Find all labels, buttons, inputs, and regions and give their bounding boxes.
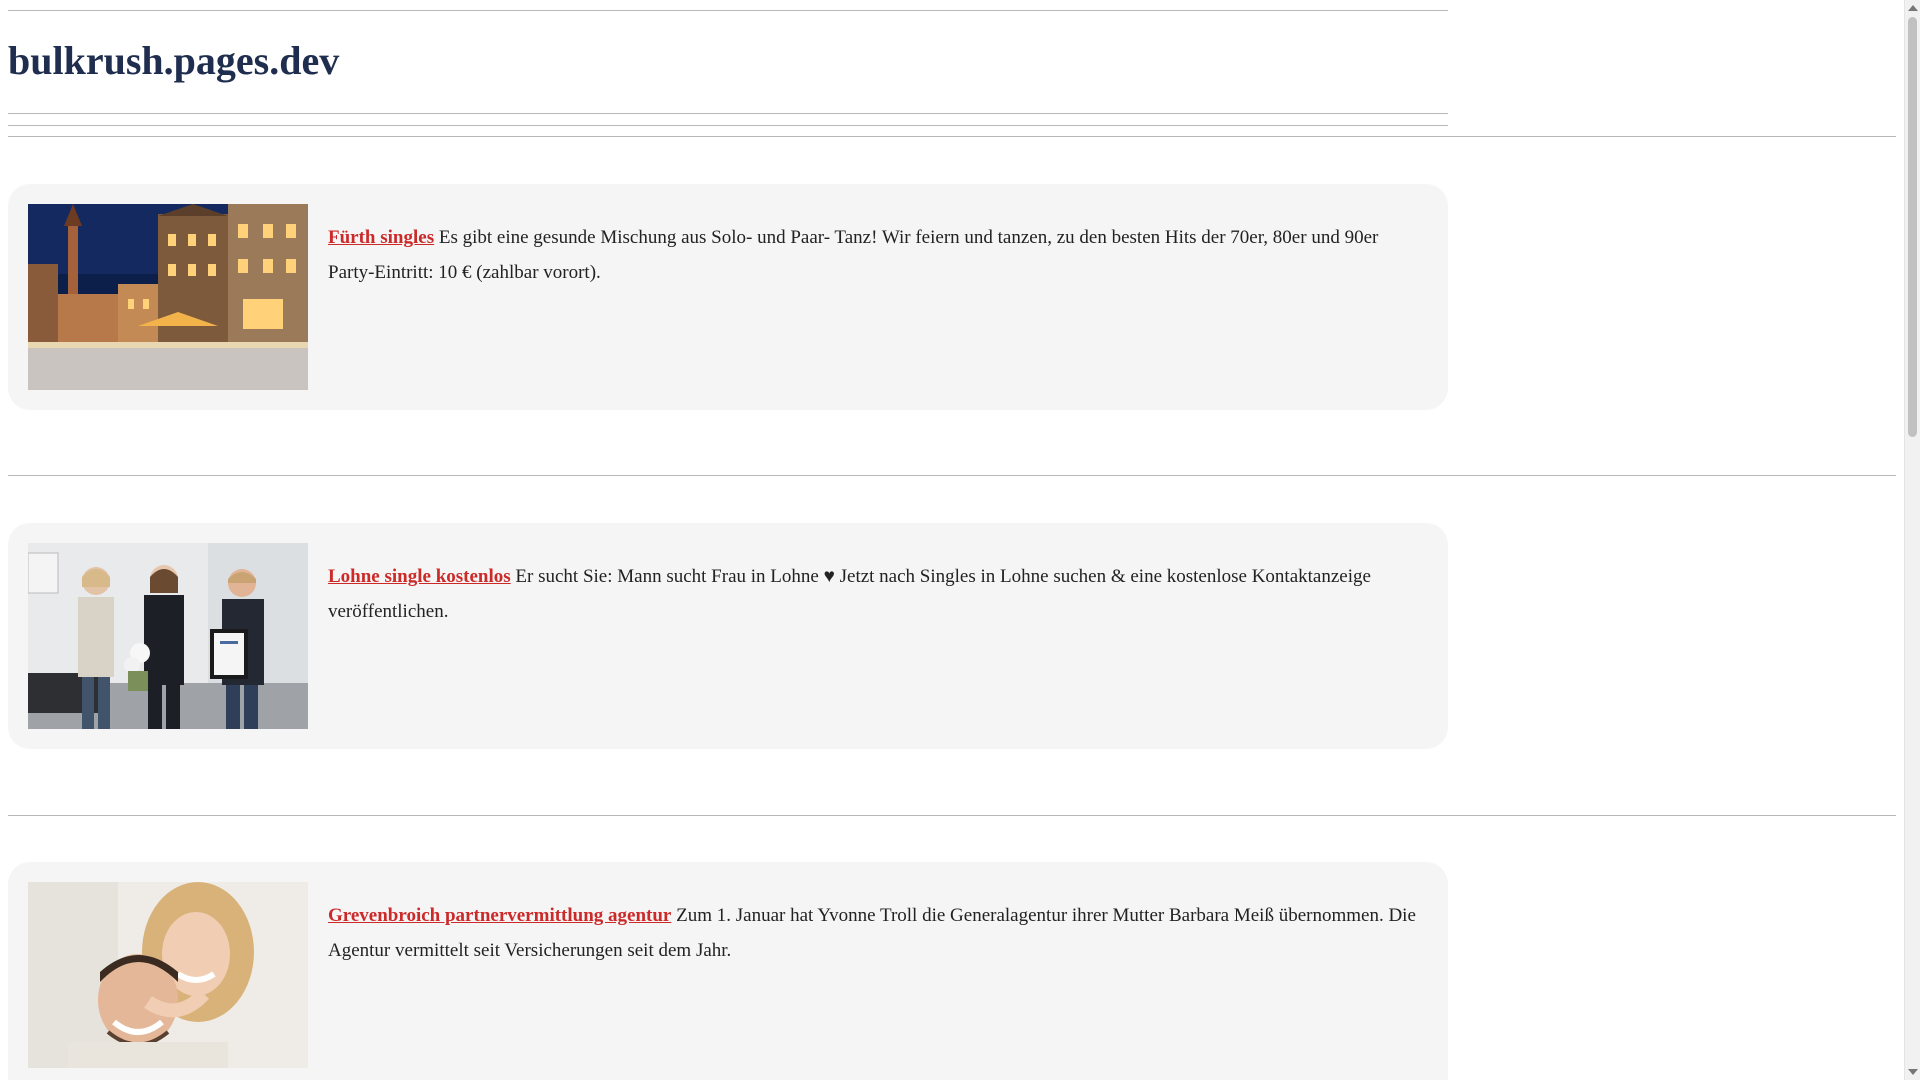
happy-couple-image	[28, 882, 308, 1068]
post-card: Lohne single kostenlos Er sucht Sie: Man…	[8, 523, 1448, 749]
post-thumbnail-town-square[interactable]	[28, 204, 308, 390]
post-card: Fürth singles Es gibt eine gesunde Misch…	[8, 184, 1448, 410]
post-description: Lohne single kostenlos Er sucht Sie: Man…	[328, 559, 1424, 629]
three-people-award-image	[28, 543, 308, 729]
post-title-link[interactable]: Lohne single kostenlos	[328, 566, 511, 587]
section-divider	[8, 136, 1896, 137]
post-thumbnail-couple[interactable]	[28, 882, 308, 1068]
post-text: Es gibt eine gesunde Mischung aus Solo- …	[328, 227, 1379, 283]
post-title-link[interactable]: Fürth singles	[328, 227, 434, 248]
post-thumbnail-award[interactable]	[28, 543, 308, 729]
night-town-square-image	[28, 204, 308, 390]
section-divider	[8, 475, 1896, 476]
header-top-rule	[8, 10, 1448, 11]
scroll-up-arrow-icon[interactable]	[1908, 5, 1918, 11]
page-scrollbar[interactable]	[1904, 0, 1920, 1080]
post-title-link[interactable]: Grevenbroich partnervermittlung agentur	[328, 905, 671, 926]
post-description: Fürth singles Es gibt eine gesunde Misch…	[328, 220, 1424, 290]
scroll-down-arrow-icon[interactable]	[1908, 1069, 1918, 1075]
scrollbar-thumb[interactable]	[1908, 17, 1917, 437]
post-card: Grevenbroich partnervermittlung agentur …	[8, 862, 1448, 1080]
site-title-link[interactable]: bulkrush.pages.dev	[8, 36, 339, 86]
header-bottom-rule	[8, 113, 1448, 114]
section-divider	[8, 815, 1896, 816]
post-description: Grevenbroich partnervermittlung agentur …	[328, 898, 1424, 968]
header-bottom-rule-2	[8, 125, 1448, 126]
